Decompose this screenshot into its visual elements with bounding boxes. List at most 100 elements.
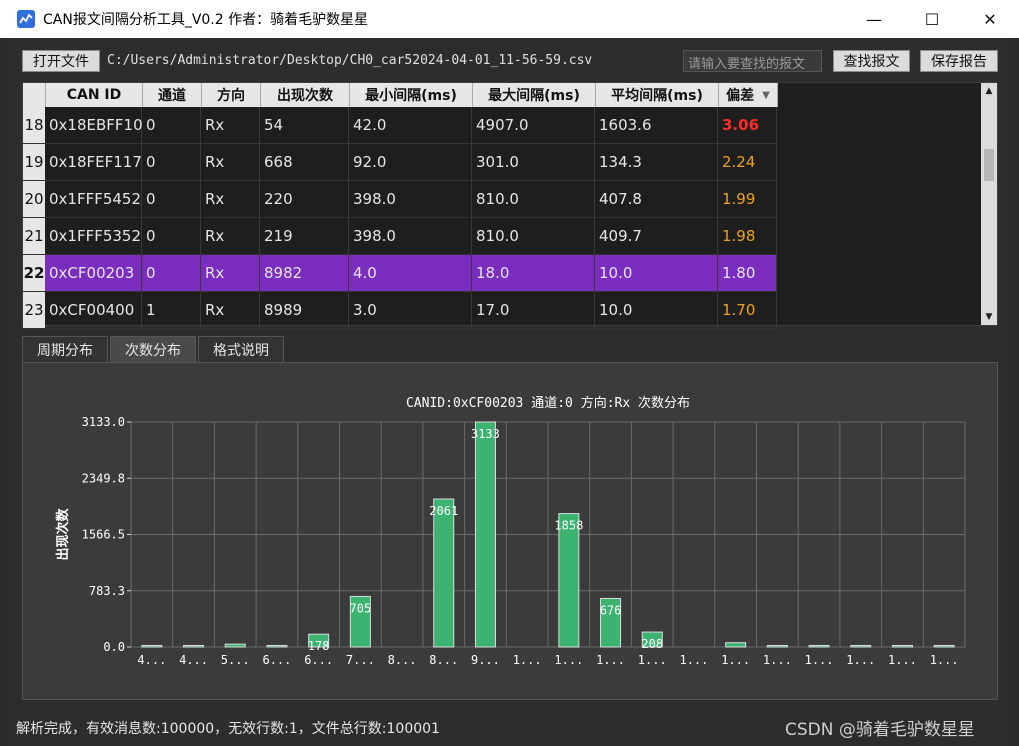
y-tick-label: 0.0	[103, 640, 125, 654]
y-tick-label: 783.3	[89, 584, 125, 598]
bar	[725, 642, 747, 648]
cell-can-id: 0xCF00203	[45, 255, 142, 291]
tab-format-description[interactable]: 格式说明	[198, 336, 284, 362]
table-row[interactable]: 18 0x18EBFF10 0 Rx 54 42.0 4907.0 1603.6 3.06	[23, 107, 777, 144]
row-number[interactable]: 22	[23, 255, 45, 291]
header-direction[interactable]: 方向	[202, 83, 261, 107]
scroll-thumb[interactable]	[984, 149, 994, 181]
cell-direction: Rx	[201, 255, 260, 291]
bar	[224, 643, 246, 648]
cell-avg-interval: 409.7	[595, 218, 718, 254]
row-number[interactable]: 20	[23, 181, 45, 217]
table-row[interactable]: 22 0xCF00203 0 Rx 8982 4.0 18.0 10.0 1.80	[23, 255, 777, 292]
chart-panel: 0.0 783.3 1566.5 2349.8 3133.0 4... 4... 5... 6.…	[22, 362, 998, 700]
open-file-button[interactable]: 打开文件	[22, 50, 100, 72]
header-count[interactable]: 出现次数	[261, 83, 350, 107]
data-label: 2061	[429, 504, 458, 518]
data-label: 3133	[471, 427, 500, 441]
message-table: CAN ID 通道 方向 出现次数 最小间隔(ms) 最大间隔(ms) 平均间隔…	[22, 82, 998, 329]
find-message-button[interactable]: 查找报文	[833, 50, 910, 72]
table-row[interactable]: 21 0x1FFF5352 0 Rx 219 398.0 810.0 409.7 1.98	[23, 218, 777, 255]
cell-can-id: 0x18EBFF10	[45, 107, 143, 143]
table-row[interactable]: 23 0xCF00400 1 Rx 8989 3.0 17.0 10.0 1.70	[23, 292, 777, 329]
row-number[interactable]: 23	[23, 292, 45, 328]
tab-count-distribution[interactable]: 次数分布	[110, 336, 196, 362]
window-title: CAN报文间隔分析工具_V0.2 作者：骑着毛驴数星星	[43, 12, 369, 28]
cell-avg-interval: 1603.6	[595, 107, 718, 143]
cell-max-interval: 18.0	[472, 255, 595, 291]
save-report-button[interactable]: 保存报告	[920, 50, 998, 72]
table-row[interactable]: 19 0x18FEF117 0 Rx 668 92.0 301.0 134.3 2.24	[23, 144, 777, 181]
main-window: 打开文件 C:/Users/Administrator/Desktop/CH0_…	[10, 38, 1008, 746]
cell-min-interval: 3.0	[349, 292, 472, 328]
table-scrollbar[interactable]: ▲ ▼	[981, 83, 997, 325]
row-number[interactable]: 18	[23, 107, 45, 143]
x-tick-label: 6...	[262, 653, 291, 667]
watermark: CSDN @骑着毛驴数星星	[785, 720, 975, 740]
table-header: CAN ID 通道 方向 出现次数 最小间隔(ms) 最大间隔(ms) 平均间隔…	[23, 83, 778, 107]
header-max-interval[interactable]: 最大间隔(ms)	[473, 83, 596, 107]
cell-deviation: 1.70	[718, 292, 777, 328]
x-tick-label: 5...	[221, 653, 250, 667]
cell-max-interval: 810.0	[472, 181, 595, 217]
title-bar: CAN报文间隔分析工具_V0.2 作者：骑着毛驴数星星 — ☐ ✕	[0, 0, 1019, 38]
close-button[interactable]: ✕	[961, 0, 1019, 38]
minimize-button[interactable]: —	[845, 0, 903, 38]
cell-max-interval: 810.0	[472, 218, 595, 254]
cell-min-interval: 398.0	[349, 218, 472, 254]
bar	[891, 645, 913, 648]
maximize-button[interactable]: ☐	[903, 0, 961, 38]
search-input[interactable]: 请输入要查找的报文	[683, 50, 822, 72]
chart-title: CANID:0xCF00203 通道:0 方向:Rx 次数分布	[406, 395, 690, 411]
cell-avg-interval: 134.3	[595, 144, 718, 180]
x-tick-label: 1...	[638, 653, 667, 667]
x-tick-label: 1...	[846, 653, 875, 667]
x-tick-label: 1...	[888, 653, 917, 667]
header-min-interval[interactable]: 最小间隔(ms)	[350, 83, 473, 107]
header-avg-interval[interactable]: 平均间隔(ms)	[596, 83, 719, 107]
cell-min-interval: 92.0	[349, 144, 472, 180]
cell-direction: Rx	[201, 107, 260, 143]
scroll-up-icon[interactable]: ▲	[981, 83, 997, 99]
bar	[850, 645, 872, 648]
y-axis-label: 出现次数	[55, 508, 71, 561]
cell-direction: Rx	[201, 218, 260, 254]
header-deviation-label: 偏差	[726, 88, 755, 104]
x-tick-label: 1...	[554, 653, 583, 667]
cell-deviation: 1.99	[718, 181, 777, 217]
x-tick-label: 9...	[471, 653, 500, 667]
x-tick-label: 1...	[513, 653, 542, 667]
sort-desc-icon: ▼	[762, 89, 770, 101]
y-tick-label: 2349.8	[82, 471, 125, 485]
cell-avg-interval: 10.0	[595, 292, 718, 328]
cell-channel: 0	[142, 181, 201, 217]
cell-deviation: 1.98	[718, 218, 777, 254]
row-number[interactable]: 19	[23, 144, 45, 180]
header-channel[interactable]: 通道	[143, 83, 202, 107]
cell-can-id: 0x1FFF5352	[45, 218, 142, 254]
x-tick-label: 4...	[137, 653, 166, 667]
table-row[interactable]: 20 0x1FFF5452 0 Rx 220 398.0 810.0 407.8 1.99	[23, 181, 777, 218]
cell-max-interval: 301.0	[472, 144, 595, 180]
x-tick-label: 1...	[596, 653, 625, 667]
cell-max-interval: 17.0	[472, 292, 595, 328]
cell-count: 54	[260, 107, 349, 143]
cell-deviation: 2.24	[718, 144, 777, 180]
x-tick-label: 1...	[805, 653, 834, 667]
x-tick-label: 1...	[930, 653, 959, 667]
tab-period-distribution[interactable]: 周期分布	[22, 336, 108, 362]
x-tick-label: 7...	[346, 653, 375, 667]
bar	[474, 421, 496, 648]
cell-count: 220	[260, 181, 349, 217]
bar	[266, 645, 288, 648]
tab-bar: 周期分布 次数分布 格式说明	[22, 336, 286, 362]
header-can-id[interactable]: CAN ID	[46, 83, 143, 107]
cell-channel: 1	[142, 292, 201, 328]
scroll-down-icon[interactable]: ▼	[981, 309, 997, 325]
bar	[141, 645, 163, 648]
cell-direction: Rx	[201, 292, 260, 328]
cell-avg-interval: 10.0	[595, 255, 718, 291]
row-number[interactable]: 21	[23, 218, 45, 254]
cell-min-interval: 42.0	[349, 107, 472, 143]
header-deviation[interactable]: 偏差 ▼	[719, 83, 778, 107]
